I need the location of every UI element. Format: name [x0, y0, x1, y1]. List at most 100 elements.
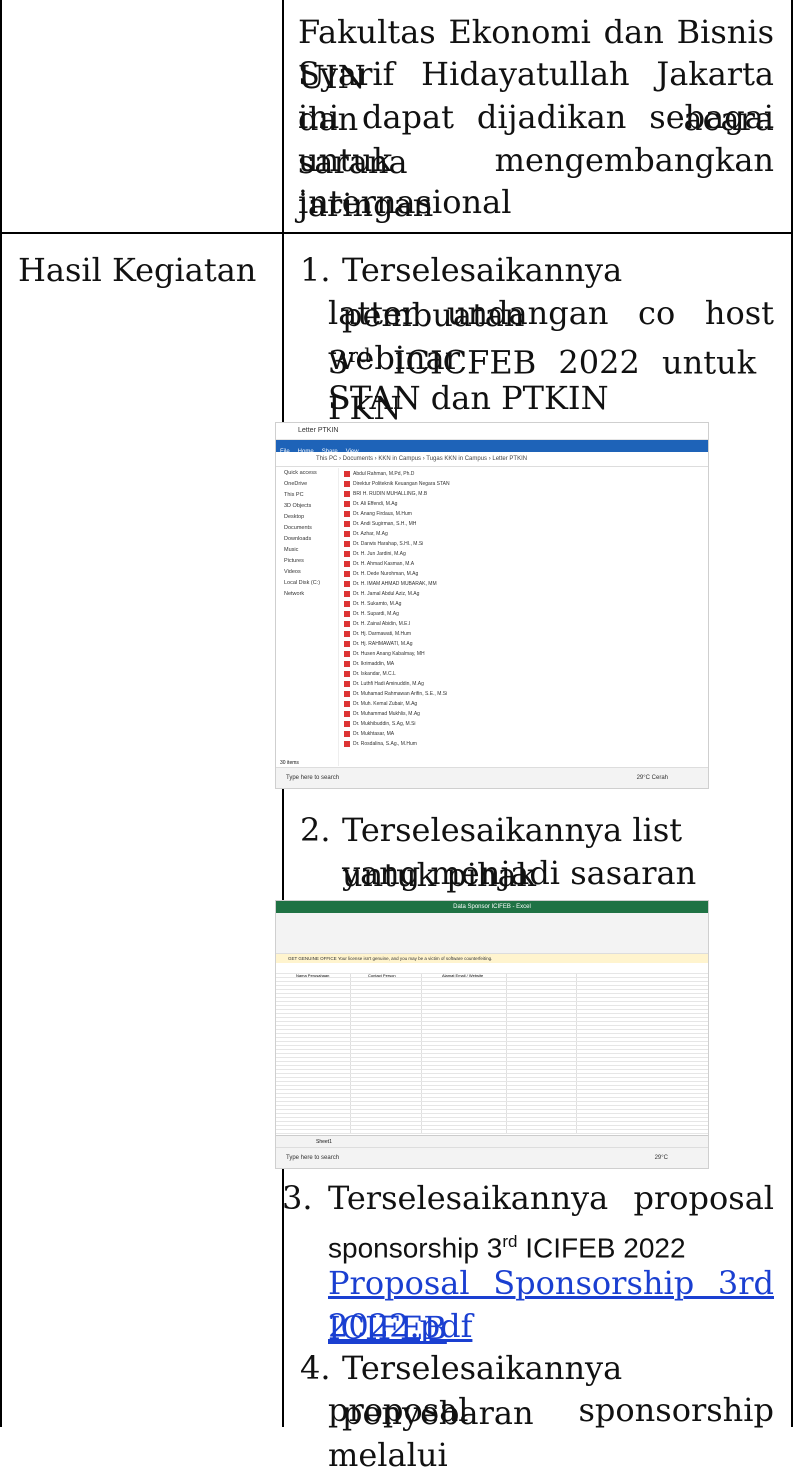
- item-2-number: 2.: [300, 811, 331, 849]
- excel-warning: GET GENUINE OFFICE Your license isn't ge…: [276, 954, 708, 963]
- excel-header: Alamat Email / Website: [442, 973, 484, 978]
- file-name: Dr. Mukhibuddin, S.Ag, M.Si: [353, 721, 416, 727]
- file-row[interactable]: Dr. H. Dede Nurohman, M.Ag: [344, 569, 696, 579]
- file-name: Dr. Rosdalina, S.Ag., M.Hum: [353, 741, 417, 747]
- item-1-sup: rd: [348, 343, 371, 367]
- nav-item: Documents: [284, 525, 312, 531]
- file-row[interactable]: Dr. H. Supardi, M.Ag: [344, 609, 696, 619]
- pdf-file-icon: [344, 580, 350, 587]
- file-name: Dr. H. Ahmad Kasman, M.A: [353, 561, 415, 567]
- pdf-file-icon: [344, 600, 350, 607]
- nav-item: Local Disk (C:): [284, 580, 321, 586]
- file-row[interactable]: Dr. Muhammad Mukhlis, M.Ag: [344, 709, 696, 719]
- pdf-file-icon: [344, 540, 350, 547]
- item-4-line-2: proposal sponsorship melalui: [328, 1391, 774, 1474]
- file-name: Abdul Rahman, M.Pd, Ph.D: [353, 471, 415, 477]
- file-row[interactable]: Dr. Luthfi Hadi Aminuddin, M.Ag: [344, 679, 696, 689]
- file-row[interactable]: Dr. Hj. RAHMAWATI, M.Ag: [344, 639, 696, 649]
- item-3-post: ICIFEB 2022: [517, 1232, 686, 1264]
- excel-screenshot: Data Sponsor ICIFEB - Excel GET GENUINE …: [275, 900, 709, 1169]
- table-border-row: [0, 232, 793, 234]
- file-row[interactable]: Dr. Muhamad Rahmawan Arifin, S.E., M.Si: [344, 689, 696, 699]
- table-border-left: [0, 0, 2, 1427]
- excel-headers: Nama Perusahaan Contact Person Alamat Em…: [284, 973, 704, 979]
- file-row[interactable]: Dr. Husen Anang Kabalmay, MH: [344, 649, 696, 659]
- file-row[interactable]: BRI H. RUDIN MUHALLING, M.B: [344, 489, 696, 499]
- file-row[interactable]: Dr. Ikrimaddin, MA: [344, 659, 696, 669]
- pdf-file-icon: [344, 640, 350, 647]
- pdf-file-icon: [344, 610, 350, 617]
- file-row[interactable]: Dr. Rosdalina, S.Ag., M.Hum: [344, 739, 696, 749]
- proposal-pdf-link-cont[interactable]: 2022.pdf: [328, 1304, 774, 1349]
- excel-taskbar: Type here to search 29°C: [276, 1147, 708, 1168]
- excel-ribbon: [276, 913, 708, 954]
- file-name: Dr. H. Zainal Abidin, M.E.I: [353, 621, 411, 627]
- file-name: Dr. H. Jun Jardini, M.Ag: [353, 551, 406, 557]
- explorer-file-list: Abdul Rahman, M.Pd, Ph.D Direktur Politek…: [344, 469, 696, 766]
- pdf-file-icon: [344, 670, 350, 677]
- file-row[interactable]: Dr. Iskandar, M.C.L: [344, 669, 696, 679]
- taskbar-weather: 29°C Cerah: [636, 775, 668, 781]
- pdf-file-icon: [344, 740, 350, 747]
- file-row[interactable]: Dr. H. Jamal Abdul Aziz, M.Ag: [344, 589, 696, 599]
- item-4-number: 4.: [300, 1349, 331, 1387]
- file-name: Dr. Luthfi Hadi Aminuddin, M.Ag: [353, 681, 424, 687]
- excel-header: Contact Person: [368, 973, 396, 978]
- nav-item: Desktop: [284, 514, 305, 520]
- nav-item: Pictures: [284, 558, 304, 564]
- pdf-file-icon: [344, 630, 350, 637]
- file-row[interactable]: Dr. Muh. Kemal Zubair, M.Ag: [344, 699, 696, 709]
- excel-grid: [276, 973, 708, 1134]
- explorer-title: Letter PTKIN: [276, 423, 708, 440]
- file-row[interactable]: Dr. H. IMAM AHMAD MUBARAK, MM: [344, 579, 696, 589]
- file-name: Dr. Iskandar, M.C.L: [353, 671, 396, 677]
- file-row[interactable]: Dr. Ali Effendi, M.Ag: [344, 499, 696, 509]
- pdf-file-icon: [344, 700, 350, 707]
- explorer-status: 30 items: [280, 760, 299, 766]
- file-name: Dr. Husen Anang Kabalmay, MH: [353, 651, 425, 657]
- nav-item: Music: [284, 547, 299, 553]
- explorer-ribbon: File Home Share View: [276, 440, 708, 455]
- pdf-file-icon: [344, 510, 350, 517]
- file-row[interactable]: Dr. Andi Sugirman, S.H., MH: [344, 519, 696, 529]
- pdf-file-icon: [344, 500, 350, 507]
- nav-item: Network: [284, 591, 305, 597]
- pdf-file-icon: [344, 690, 350, 697]
- file-row[interactable]: Direktur Politeknik Keuangan Negara STAN: [344, 479, 696, 489]
- file-row[interactable]: Dr. H. Ahmad Kasman, M.A: [344, 559, 696, 569]
- nav-item: Videos: [284, 569, 301, 575]
- file-row[interactable]: Dr. Hj. Darmawati, M.Hum: [344, 629, 696, 639]
- file-name: Dr. Hj. Darmawati, M.Hum: [353, 631, 412, 637]
- top-cell-line-5: internasional: [298, 183, 512, 221]
- pdf-file-icon: [344, 520, 350, 527]
- pdf-file-icon: [344, 480, 350, 487]
- file-row[interactable]: Abdul Rahman, M.Pd, Ph.D: [344, 469, 696, 479]
- file-explorer-screenshot: Letter PTKIN File Home Share View This PC ›…: [275, 422, 709, 789]
- ribbon-tab: Home: [297, 449, 314, 455]
- file-row[interactable]: Dr. Azhar, M.Ag: [344, 529, 696, 539]
- file-name: Dr. H. Dede Nurohman, M.Ag: [353, 571, 419, 577]
- pdf-file-icon: [344, 490, 350, 497]
- file-row[interactable]: Dr. Mukhibuddin, S.Ag, M.Si: [344, 719, 696, 729]
- pdf-file-icon: [344, 650, 350, 657]
- file-row[interactable]: Dr. H. Sukamto, M.Ag: [344, 599, 696, 609]
- pdf-file-icon: [344, 570, 350, 577]
- file-name: Dr. Mukhtasar, MA: [353, 731, 395, 737]
- pdf-file-icon: [344, 710, 350, 717]
- pdf-file-icon: [344, 530, 350, 537]
- file-name: Dr. Azhar, M.Ag: [353, 531, 388, 537]
- file-row[interactable]: Dr. H. Jun Jardini, M.Ag: [344, 549, 696, 559]
- file-name: BRI H. RUDIN MUHALLING, M.B: [353, 491, 428, 497]
- file-row[interactable]: Dr. Mukhtasar, MA: [344, 729, 696, 739]
- nav-item: Quick access: [284, 470, 317, 476]
- row-label: Hasil Kegiatan: [18, 251, 257, 289]
- file-name: Direktur Politeknik Keuangan Negara STAN: [353, 481, 450, 487]
- file-row[interactable]: Dr. Darwis Harahap, S.HI., M.Si: [344, 539, 696, 549]
- file-row[interactable]: Dr. H. Zainal Abidin, M.E.I: [344, 619, 696, 629]
- file-name: Dr. Darwis Harahap, S.HI., M.Si: [353, 541, 424, 547]
- file-row[interactable]: Dr. Anang Firdaus, M.Hum: [344, 509, 696, 519]
- excel-title: Data Sponsor ICIFEB - Excel: [276, 901, 708, 913]
- item-3-sup: rd: [502, 1232, 518, 1251]
- file-name: Dr. Ikrimaddin, MA: [353, 661, 395, 667]
- pdf-file-icon: [344, 470, 350, 477]
